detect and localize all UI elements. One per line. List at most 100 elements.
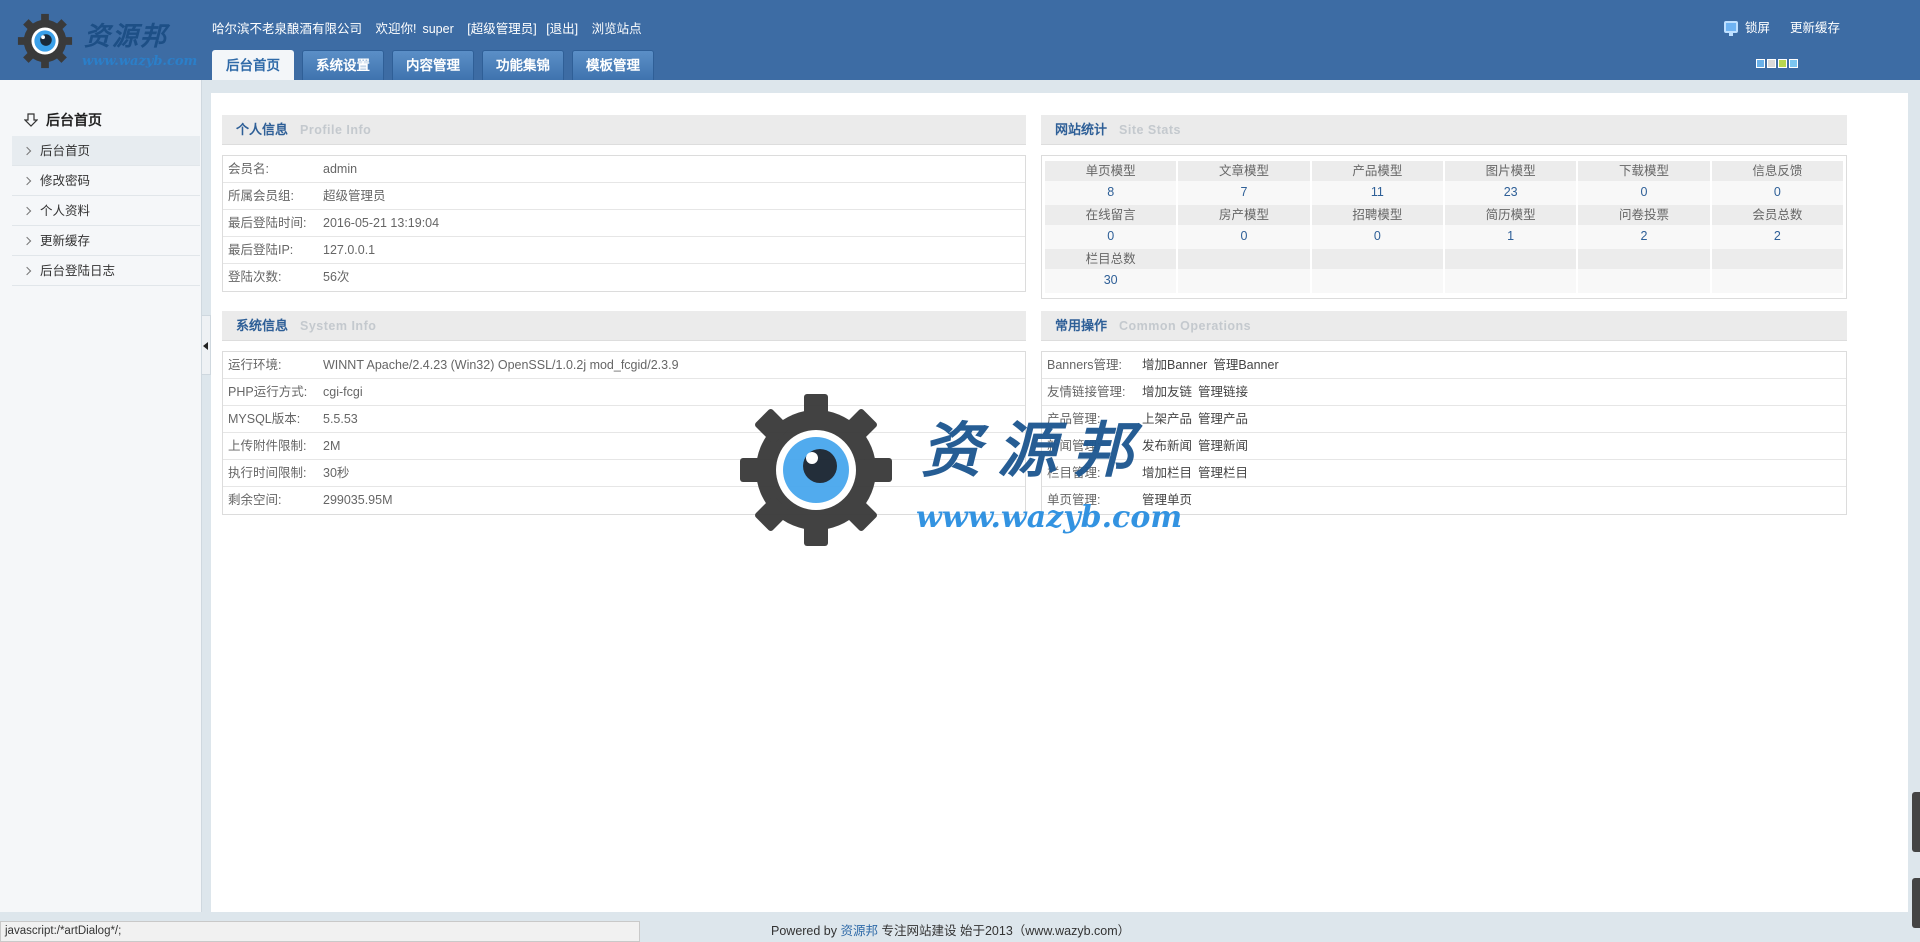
row-key: 产品管理: (1047, 412, 1101, 426)
sidebar-item-home[interactable]: 后台首页 (12, 136, 200, 166)
profile-title-en: Profile Info (300, 123, 372, 137)
welcome-text: 欢迎你! (375, 22, 417, 36)
stat-cell: 问卷投票 2 (1578, 205, 1710, 249)
stat-cell-empty (1444, 249, 1577, 293)
stats-title: 网站统计 (1055, 122, 1108, 137)
table-row: 剩余空间: 299035.95M (223, 487, 1025, 514)
sidebar-item-login-log[interactable]: 后台登陆日志 (12, 256, 200, 286)
row-value: 5.5.53 (323, 412, 358, 426)
main-nav-tabs: 后台首页 系统设置 内容管理 功能集锦 模板管理 (212, 50, 662, 80)
tab-home[interactable]: 后台首页 (212, 50, 294, 80)
sidebar-title: 后台首页 (24, 110, 102, 130)
row-key: MYSQL版本: (228, 412, 301, 426)
op-link[interactable]: 增加友链 (1142, 379, 1192, 405)
skin-swatch-lightblue[interactable] (1789, 59, 1798, 68)
edge-scroll-grip[interactable] (1912, 878, 1920, 928)
monitor-lock-icon[interactable] (1723, 20, 1738, 36)
row-key: 运行环境: (228, 358, 282, 372)
site-logo[interactable]: 资源邦 www.wazyb.com (14, 10, 197, 72)
table-row: 友情链接管理: 增加友链 管理链接 (1042, 379, 1846, 406)
sidebar-collapse-handle[interactable] (202, 315, 211, 375)
table-row: PHP运行方式: cgi-fcgi (223, 379, 1025, 406)
table-row: Banners管理: 增加Banner 管理Banner (1042, 352, 1846, 379)
stat-label: 在线留言 (1045, 205, 1177, 225)
row-value: admin (323, 162, 358, 176)
sidebar-item-update-cache[interactable]: 更新缓存 (12, 226, 200, 256)
skin-swatch-gray[interactable] (1767, 59, 1776, 68)
op-link[interactable]: 管理链接 (1198, 379, 1248, 405)
table-row: 会员名: admin (223, 156, 1025, 183)
stat-value: 0 (1711, 181, 1843, 205)
operations-panel-header: 常用操作 Common Operations (1041, 311, 1847, 341)
powered-brand-link[interactable]: 资源邦 (841, 924, 879, 938)
row-key: 上传附件限制: (228, 439, 307, 453)
chevron-right-icon (22, 146, 32, 155)
op-link[interactable]: 管理栏目 (1198, 460, 1248, 486)
table-row: 上传附件限制: 2M (223, 433, 1025, 460)
logo-url: www.wazyb.com (82, 54, 198, 69)
stat-label: 简历模型 (1444, 205, 1577, 225)
tab-template-management[interactable]: 模板管理 (572, 50, 654, 80)
sidebar-item-profile[interactable]: 个人资料 (12, 196, 200, 226)
stat-value: 7 (1178, 181, 1310, 205)
stat-cell: 产品模型 11 (1311, 161, 1443, 205)
stat-cell: 下载模型 0 (1578, 161, 1710, 205)
powered-prefix: Powered by (771, 924, 838, 938)
stat-value: 8 (1045, 181, 1177, 205)
operations-title: 常用操作 (1055, 318, 1108, 333)
system-title: 系统信息 (236, 318, 289, 333)
stat-label: 会员总数 (1711, 205, 1843, 225)
row-key: 最后登陆时间: (228, 216, 307, 230)
logout-link[interactable]: [退出] (546, 22, 578, 36)
stats-grid: 单页模型 8 文章模型 7 产品模型 11 图片模型 23 下载模型 0 信息反馈 0 在线… (1041, 155, 1847, 299)
edge-scroll-grip[interactable] (1912, 792, 1920, 852)
row-key: Banners管理: (1047, 358, 1123, 372)
browse-site-link[interactable]: 浏览站点 (592, 22, 642, 36)
table-row: 单页管理: 管理单页 (1042, 487, 1846, 514)
stat-cell: 信息反馈 0 (1711, 161, 1843, 205)
stats-panel-header: 网站统计 Site Stats (1041, 115, 1847, 145)
op-link[interactable]: 增加Banner (1142, 352, 1207, 378)
op-link[interactable]: 管理新闻 (1198, 433, 1248, 459)
op-link[interactable]: 发布新闻 (1142, 433, 1192, 459)
skin-swatch-green[interactable] (1778, 59, 1787, 68)
logo-title: 资源邦 (84, 22, 169, 52)
down-arrow-icon (24, 113, 38, 127)
row-value: 299035.95M (323, 493, 393, 507)
stat-value: 0 (1578, 181, 1710, 205)
sidebar-item-label: 后台首页 (40, 143, 91, 158)
tab-system-settings[interactable]: 系统设置 (302, 50, 384, 80)
operations-table: Banners管理: 增加Banner 管理Banner 友情链接管理: 增加友链 管理… (1041, 351, 1847, 515)
row-value: 56次 (323, 270, 350, 284)
system-panel-header: 系统信息 System Info (222, 311, 1026, 341)
stat-value: 30 (1045, 269, 1177, 293)
sidebar-item-change-password[interactable]: 修改密码 (12, 166, 200, 196)
op-link[interactable]: 管理产品 (1198, 406, 1248, 432)
sidebar: 后台首页 后台首页 修改密码 个人资料 更新缓存 后台登陆日志 (0, 80, 202, 912)
footer-slogan: 专注网站建设 始于2013（www.wazyb.com） (881, 924, 1131, 938)
tab-content-management[interactable]: 内容管理 (392, 50, 474, 80)
stat-value: 11 (1311, 181, 1443, 205)
lock-screen-button[interactable]: 锁屏 (1745, 17, 1770, 36)
table-row: 产品管理: 上架产品 管理产品 (1042, 406, 1846, 433)
stat-label: 招聘模型 (1311, 205, 1443, 225)
update-cache-button[interactable]: 更新缓存 (1790, 17, 1840, 36)
profile-title: 个人信息 (236, 122, 289, 137)
op-link[interactable]: 管理Banner (1213, 352, 1278, 378)
profile-table: 会员名: admin 所属会员组: 超级管理员 最后登陆时间: 2016-05-21 … (222, 155, 1026, 292)
role-link[interactable]: [超级管理员] (467, 22, 536, 36)
stat-label: 产品模型 (1311, 161, 1443, 181)
chevron-right-icon (22, 236, 32, 245)
sidebar-item-label: 后台登陆日志 (40, 263, 116, 278)
tab-features[interactable]: 功能集锦 (482, 50, 564, 80)
skin-swatch-blue[interactable] (1756, 59, 1765, 68)
browser-status-bar: javascript:/*artDialog*/; (0, 921, 640, 942)
op-link[interactable]: 增加栏目 (1142, 460, 1192, 486)
common-operations-panel: 常用操作 Common Operations Banners管理: 增加Banner… (1041, 311, 1847, 515)
op-link[interactable]: 管理单页 (1142, 487, 1192, 514)
stat-label: 下载模型 (1578, 161, 1710, 181)
op-link[interactable]: 上架产品 (1142, 406, 1192, 432)
stat-value: 0 (1045, 225, 1177, 249)
stat-label: 图片模型 (1444, 161, 1577, 181)
stat-cell-empty (1711, 249, 1843, 293)
